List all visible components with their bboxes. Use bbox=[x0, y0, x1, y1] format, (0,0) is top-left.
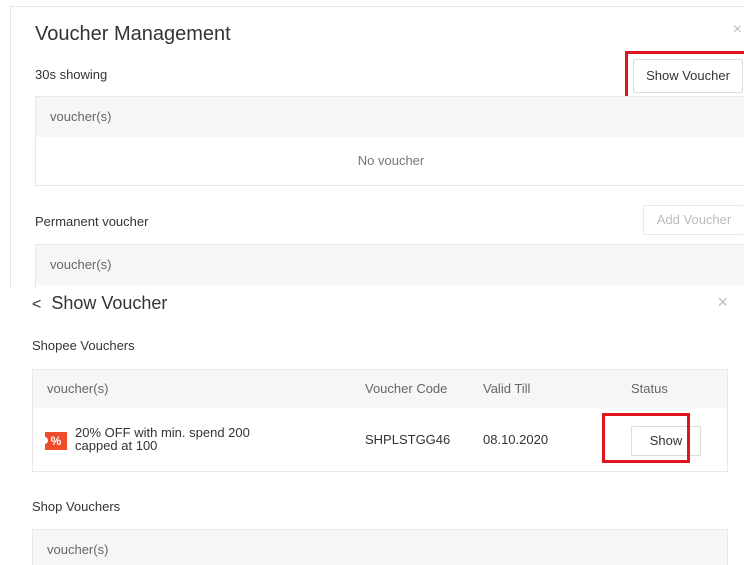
voucher-list-box: voucher(s) No voucher bbox=[35, 96, 744, 186]
list-header: voucher(s) bbox=[36, 245, 744, 285]
empty-state-text: No voucher bbox=[357, 153, 425, 168]
column-header-valid: Valid Till bbox=[483, 381, 531, 396]
column-header-status: Status bbox=[631, 381, 668, 396]
shopee-vouchers-heading: Shopee Vouchers bbox=[32, 338, 135, 353]
table-header: voucher(s) Voucher Code Valid Till Statu… bbox=[33, 370, 727, 408]
percent-tag-icon: % bbox=[41, 432, 67, 450]
column-header-voucher: voucher(s) bbox=[47, 381, 109, 396]
panel-title: Show Voucher bbox=[51, 293, 168, 313]
panel-title: Voucher Management bbox=[35, 23, 231, 45]
voucher-code: SHPLSTGG46 bbox=[365, 432, 451, 447]
back-chevron-icon[interactable]: < bbox=[32, 296, 41, 314]
close-icon[interactable]: × bbox=[717, 292, 728, 313]
column-header-code: Voucher Code bbox=[365, 381, 448, 396]
list-header: voucher(s) bbox=[33, 530, 727, 565]
voucher-description-line: capped at 100 bbox=[75, 438, 158, 453]
highlight-box bbox=[625, 51, 744, 99]
shop-vouchers-heading: Shop Vouchers bbox=[32, 499, 121, 514]
add-voucher-button[interactable]: Add Voucher bbox=[643, 205, 744, 235]
close-icon[interactable]: × bbox=[733, 21, 742, 39]
showing-label: 30s showing bbox=[35, 67, 108, 82]
show-voucher-panel: < Show Voucher × Shopee Vouchers voucher(… bbox=[10, 288, 744, 565]
permanent-voucher-list-box: voucher(s) bbox=[35, 244, 744, 294]
permanent-voucher-label: Permanent voucher bbox=[35, 214, 149, 229]
list-header: voucher(s) bbox=[36, 97, 744, 137]
shop-voucher-list-box: voucher(s) bbox=[32, 529, 728, 565]
valid-till: 08.10.2020 bbox=[483, 432, 549, 447]
show-voucher-header: < Show Voucher bbox=[32, 293, 167, 314]
voucher-description: 20% OFF with min. spend 200 capped at 10… bbox=[75, 426, 250, 452]
highlight-box bbox=[602, 413, 690, 463]
voucher-management-panel: Voucher Management × 30s showing Show Vo… bbox=[10, 6, 744, 294]
